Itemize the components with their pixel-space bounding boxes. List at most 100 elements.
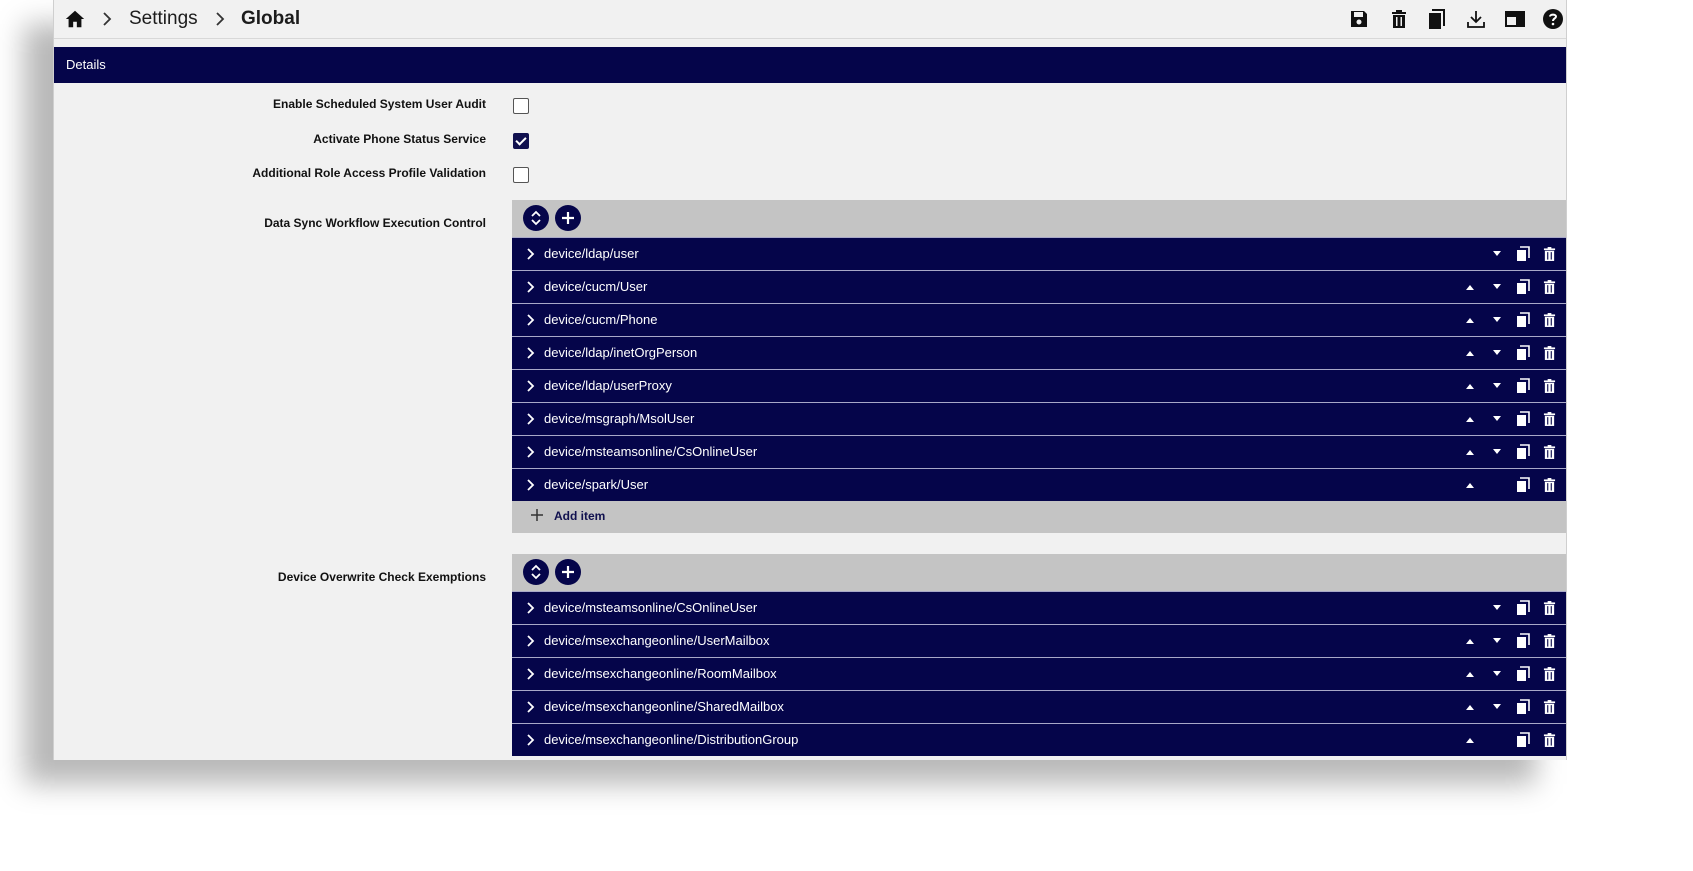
delete-icon[interactable] [1541,279,1557,295]
move-down-icon[interactable] [1489,699,1505,715]
move-down-icon[interactable] [1489,246,1505,262]
delete-icon[interactable] [1387,7,1411,31]
delete-icon[interactable] [1541,666,1557,682]
move-down-icon[interactable] [1489,312,1505,328]
expand-chevron-icon[interactable] [526,280,536,294]
move-up-icon[interactable] [1462,279,1478,295]
copy-icon[interactable] [1515,444,1531,460]
list-item-label: device/cucm/Phone [544,312,658,327]
move-down-icon[interactable] [1489,633,1505,649]
move-down-icon[interactable] [1489,378,1505,394]
move-up-icon[interactable] [1462,345,1478,361]
overwrite-list: device/msteamsonline/CsOnlineUser device/… [512,554,1566,756]
move-up-icon[interactable] [1462,378,1478,394]
list-item[interactable]: device/ldap/inetOrgPerson [512,336,1566,369]
move-up-icon[interactable] [1462,732,1478,748]
list-item[interactable]: device/msteamsonline/CsOnlineUser [512,435,1566,468]
list-item-label: device/ldap/inetOrgPerson [544,345,698,360]
list-item[interactable]: device/msexchangeonline/SharedMailbox [512,690,1566,723]
move-up-icon[interactable] [1462,411,1478,427]
copy-icon[interactable] [1515,279,1531,295]
help-icon[interactable] [1541,7,1565,31]
panel-icon[interactable] [1503,7,1527,31]
details-section-header[interactable]: Details [54,47,1566,83]
copy-icon[interactable] [1515,732,1531,748]
expand-chevron-icon[interactable] [526,700,536,714]
delete-icon[interactable] [1541,732,1557,748]
move-down-icon[interactable] [1489,279,1505,295]
breadcrumb-settings[interactable]: Settings [129,8,198,30]
list-item[interactable]: device/msexchangeonline/RoomMailbox [512,657,1566,690]
expand-chevron-icon[interactable] [526,601,536,615]
expand-chevron-icon[interactable] [526,412,536,426]
move-down-icon[interactable] [1489,345,1505,361]
expand-chevron-icon[interactable] [526,247,536,261]
expand-chevron-icon[interactable] [526,478,536,492]
delete-icon[interactable] [1541,477,1557,493]
move-up-icon[interactable] [1462,666,1478,682]
list-item[interactable]: device/ldap/userProxy [512,369,1566,402]
delete-icon[interactable] [1541,633,1557,649]
expand-chevron-icon[interactable] [526,313,536,327]
copy-icon[interactable] [1515,345,1531,361]
delete-icon[interactable] [1541,699,1557,715]
move-down-icon[interactable] [1489,666,1505,682]
list-item[interactable]: device/msgraph/MsolUser [512,402,1566,435]
home-icon[interactable] [64,8,86,30]
copy-icon[interactable] [1515,633,1531,649]
copy-icon[interactable] [1515,246,1531,262]
delete-icon[interactable] [1541,444,1557,460]
expand-chevron-icon[interactable] [526,346,536,360]
list-item[interactable]: device/ldap/user [512,237,1566,270]
list-item[interactable]: device/cucm/User [512,270,1566,303]
expand-collapse-icon[interactable] [523,205,549,231]
delete-icon[interactable] [1541,246,1557,262]
delete-icon[interactable] [1541,411,1557,427]
download-icon[interactable] [1464,7,1488,31]
copy-icon[interactable] [1515,477,1531,493]
expand-collapse-icon[interactable] [523,559,549,585]
data-sync-list: device/ldap/user device/cucm/User device/c… [512,200,1566,533]
delete-icon[interactable] [1541,345,1557,361]
delete-icon[interactable] [1541,378,1557,394]
scheduled-audit-checkbox[interactable] [513,98,529,114]
move-down-icon[interactable] [1489,411,1505,427]
copy-icon[interactable] [1515,411,1531,427]
add-item-button[interactable]: Add item [512,501,1566,533]
add-icon[interactable] [555,205,581,231]
phone-status-checkbox[interactable] [513,133,529,149]
add-icon[interactable] [555,559,581,585]
copy-icon[interactable] [1515,666,1531,682]
expand-chevron-icon[interactable] [526,733,536,747]
list-item[interactable]: device/msteamsonline/CsOnlineUser [512,591,1566,624]
list-item[interactable]: device/msexchangeonline/UserMailbox [512,624,1566,657]
expand-chevron-icon[interactable] [526,667,536,681]
copy-icon[interactable] [1425,7,1449,31]
list-item[interactable]: device/msexchangeonline/DistributionGrou… [512,723,1566,756]
copy-icon[interactable] [1515,600,1531,616]
move-up-icon[interactable] [1462,633,1478,649]
list-item[interactable]: device/cucm/Phone [512,303,1566,336]
settings-window: Settings Global Details Enable Scheduled… [53,0,1567,760]
expand-chevron-icon[interactable] [526,634,536,648]
delete-icon[interactable] [1541,600,1557,616]
save-icon[interactable] [1347,7,1371,31]
move-up-icon[interactable] [1462,444,1478,460]
move-down-icon[interactable] [1489,600,1505,616]
copy-icon[interactable] [1515,699,1531,715]
copy-icon[interactable] [1515,312,1531,328]
move-up-icon[interactable] [1462,477,1478,493]
expand-chevron-icon[interactable] [526,445,536,459]
expand-chevron-icon[interactable] [526,379,536,393]
delete-icon[interactable] [1541,312,1557,328]
list-item-label: device/spark/User [544,477,649,492]
move-down-icon[interactable] [1489,444,1505,460]
list-item-label: device/msteamsonline/CsOnlineUser [544,444,758,459]
list-toolbar [512,554,1566,591]
role-access-checkbox[interactable] [513,167,529,183]
copy-icon[interactable] [1515,378,1531,394]
list-item-label: device/msexchangeonline/DistributionGrou… [544,732,799,747]
move-up-icon[interactable] [1462,312,1478,328]
move-up-icon[interactable] [1462,699,1478,715]
list-item[interactable]: device/spark/User [512,468,1566,501]
